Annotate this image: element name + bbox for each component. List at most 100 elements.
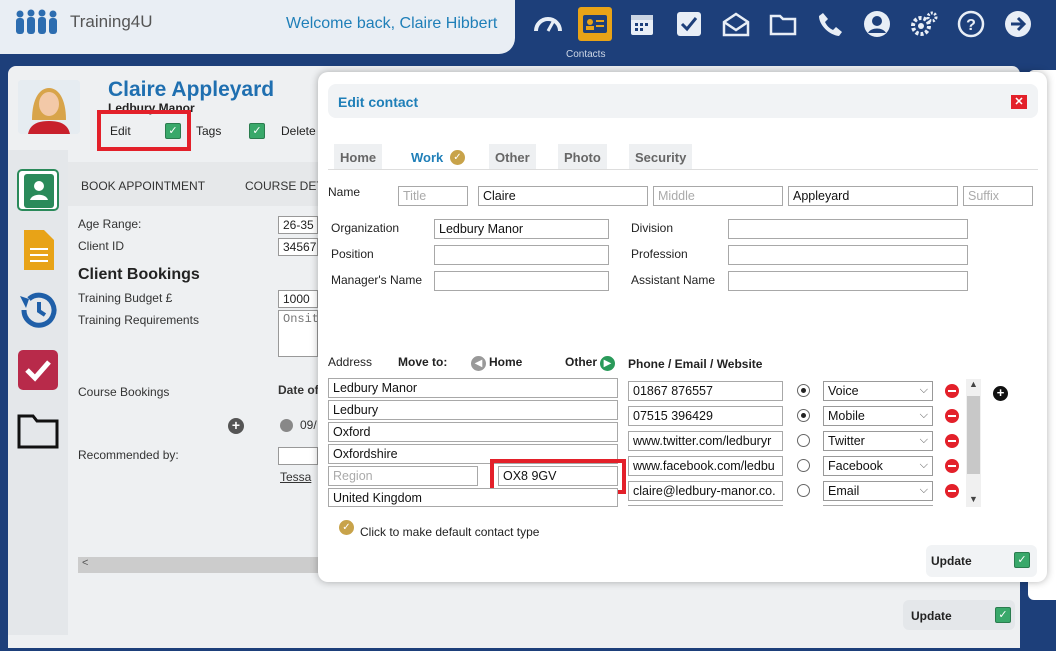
contact-type-value: Mobile: [828, 409, 865, 423]
contact-type-select[interactable]: Twitter ⌵: [823, 431, 933, 451]
country-field[interactable]: United Kingdom: [328, 488, 618, 507]
client-id-label: Client ID: [78, 239, 125, 253]
training-requirements-field[interactable]: Onsit: [278, 310, 318, 357]
move-home-button[interactable]: Home: [489, 355, 522, 369]
contacts-icon[interactable]: [578, 7, 612, 41]
address-line2-field[interactable]: Ledbury: [328, 400, 618, 420]
default-contact-radio[interactable]: [797, 409, 810, 422]
logout-icon[interactable]: [1001, 7, 1035, 41]
contact-value-field[interactable]: www.twitter.com/ledburyr: [628, 431, 783, 451]
recommended-by-label: Recommended by:: [78, 448, 179, 462]
horizontal-scrollbar[interactable]: [78, 557, 328, 573]
last-name-field[interactable]: Appleyard: [788, 186, 958, 206]
default-contact-radio[interactable]: [797, 459, 810, 472]
partial-row: [823, 505, 933, 508]
background-update-check-icon[interactable]: ✓: [995, 607, 1011, 623]
delete-button[interactable]: Delete: [281, 124, 316, 138]
name-label: Name: [328, 185, 361, 199]
contact-type-select[interactable]: Mobile ⌵: [823, 406, 933, 426]
manager-name-field[interactable]: [434, 271, 609, 291]
help-icon[interactable]: ?: [954, 7, 988, 41]
suffix-field[interactable]: Suffix: [963, 186, 1033, 206]
modal-header: [328, 84, 1038, 118]
scroll-up-icon[interactable]: ▲: [969, 379, 978, 389]
move-home-arrow-icon[interactable]: ◀: [471, 356, 486, 371]
position-field[interactable]: [434, 245, 609, 265]
training-budget-field[interactable]: 1000: [278, 290, 318, 308]
contact-value-field[interactable]: claire@ledbury-manor.co.: [628, 481, 783, 501]
delete-contact-icon[interactable]: [945, 484, 959, 498]
tab-photo[interactable]: Photo: [558, 144, 607, 170]
tags-check-icon[interactable]: ✓: [249, 123, 265, 139]
checklist-icon[interactable]: [16, 348, 60, 392]
client-id-field[interactable]: 34567: [278, 238, 318, 256]
phone-email-website-heading: Phone / Email / Website: [628, 357, 763, 371]
chevron-down-icon: ⌵: [919, 484, 928, 496]
first-name-field[interactable]: Claire: [478, 186, 648, 206]
move-other-button[interactable]: Other: [565, 355, 597, 369]
scrollbar-thumb[interactable]: [967, 396, 980, 474]
dashboard-icon[interactable]: [531, 7, 565, 41]
contact-type-select[interactable]: Email ⌵: [823, 481, 933, 501]
work-default-check-icon: ✓: [450, 150, 465, 165]
add-booking-icon[interactable]: +: [228, 418, 244, 434]
age-range-field[interactable]: 26-35: [278, 216, 318, 234]
history-icon[interactable]: [16, 288, 60, 332]
profession-field[interactable]: [728, 245, 968, 265]
tab-course-details[interactable]: COURSE DET: [245, 179, 324, 193]
tab-home[interactable]: Home: [334, 144, 383, 170]
delete-contact-icon[interactable]: [945, 459, 959, 473]
contact-value-field[interactable]: 07515 396429: [628, 406, 783, 426]
phone-icon[interactable]: [813, 7, 847, 41]
delete-contact-icon[interactable]: [945, 434, 959, 448]
delete-contact-icon[interactable]: [945, 409, 959, 423]
division-field[interactable]: [728, 219, 968, 239]
background-update-button[interactable]: Update: [911, 609, 952, 623]
tab-security[interactable]: Security: [629, 144, 693, 170]
tab-other[interactable]: Other: [489, 144, 536, 170]
training-budget-label: Training Budget £: [78, 291, 173, 305]
address-line1-field[interactable]: Ledbury Manor: [328, 378, 618, 398]
mail-icon[interactable]: [719, 7, 753, 41]
chevron-down-icon: ⌵: [919, 459, 928, 471]
tags-button[interactable]: Tags: [196, 124, 221, 138]
document-icon[interactable]: [16, 228, 60, 272]
folder-rail-icon[interactable]: [16, 408, 60, 452]
scroll-left-icon[interactable]: <: [82, 557, 88, 569]
update-button[interactable]: Update: [931, 554, 972, 568]
contact-type-value: Email: [828, 484, 860, 498]
add-contact-icon[interactable]: +: [993, 386, 1008, 401]
assistant-name-field[interactable]: [728, 271, 968, 291]
update-check-icon[interactable]: ✓: [1014, 552, 1030, 568]
contact-type-select[interactable]: Voice ⌵: [823, 381, 933, 401]
region-field[interactable]: Region: [328, 466, 478, 486]
default-contact-radio[interactable]: [797, 384, 810, 397]
left-rail: [8, 150, 68, 635]
account-icon[interactable]: [860, 7, 894, 41]
close-icon[interactable]: ✕: [1011, 95, 1027, 109]
recommended-by-field[interactable]: [278, 447, 318, 465]
division-label: Division: [631, 221, 674, 235]
city-field[interactable]: Oxford: [328, 422, 618, 442]
tasks-icon[interactable]: [672, 7, 706, 41]
contact-value-field[interactable]: www.facebook.com/ledbu: [628, 456, 783, 476]
default-contact-radio[interactable]: [797, 434, 810, 447]
settings-icon[interactable]: [907, 7, 941, 41]
organization-field[interactable]: Ledbury Manor: [434, 219, 609, 239]
contact-value-field[interactable]: 01867 876557: [628, 381, 783, 401]
move-other-arrow-icon[interactable]: ▶: [600, 356, 615, 371]
scroll-down-icon[interactable]: ▼: [969, 494, 978, 504]
default-contact-radio[interactable]: [797, 484, 810, 497]
recommended-by-link[interactable]: Tessa: [280, 470, 311, 484]
folder-icon[interactable]: [766, 7, 800, 41]
tab-work[interactable]: Work: [405, 144, 449, 170]
delete-contact-icon[interactable]: [945, 384, 959, 398]
title-field[interactable]: Title: [398, 186, 468, 206]
edit-highlight: [97, 110, 191, 151]
middle-name-field[interactable]: Middle: [653, 186, 783, 206]
address-book-icon[interactable]: [16, 168, 60, 212]
tab-book-appointment[interactable]: BOOK APPOINTMENT: [81, 179, 205, 193]
partial-row: [628, 505, 783, 508]
calendar-icon[interactable]: [625, 7, 659, 41]
contact-type-select[interactable]: Facebook ⌵: [823, 456, 933, 476]
